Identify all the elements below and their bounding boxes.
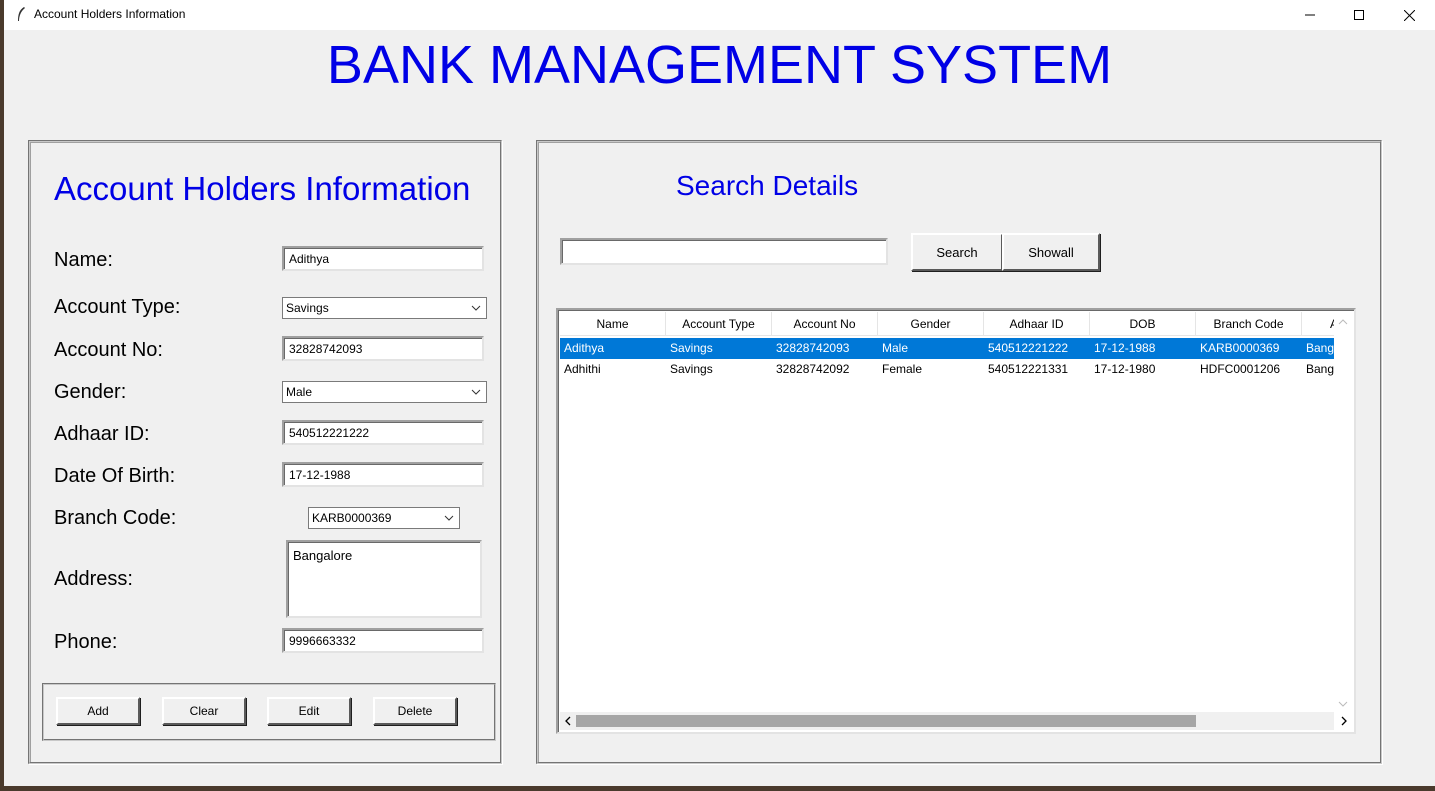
chevron-left-icon[interactable] <box>564 716 572 726</box>
title-bar: Account Holders Information <box>4 0 1435 30</box>
branch-code-select[interactable]: KARB0000369 <box>308 507 460 529</box>
search-section-title: Search Details <box>676 170 859 201</box>
column-header[interactable]: Adhaar ID <box>984 312 1090 336</box>
account-form-panel <box>28 140 502 764</box>
accounts-table[interactable]: Name Account Type Account No Gender Adha… <box>556 308 1356 734</box>
phone-field[interactable]: 9996663332 <box>282 628 484 653</box>
account-no-label: Account No: <box>54 339 163 361</box>
add-button[interactable]: Add <box>56 697 140 725</box>
form-section-title: Account Holders Information <box>54 170 471 207</box>
account-type-select[interactable]: Savings <box>282 297 487 319</box>
close-icon <box>1403 9 1415 21</box>
column-header[interactable]: Branch Code <box>1196 312 1302 336</box>
address-field[interactable]: Bangalore <box>286 540 482 618</box>
branch-code-value: KARB0000369 <box>312 511 392 525</box>
app-window: Account Holders Information BANK MANAGEM… <box>4 0 1435 786</box>
table-cell: 540512221222 <box>988 341 1069 355</box>
edit-button[interactable]: Edit <box>267 697 351 725</box>
table-row[interactable]: Adithya Savings 32828742093 Male 5405122… <box>560 338 1336 359</box>
chevron-up-icon[interactable] <box>1338 318 1348 326</box>
table-cell: Savings <box>670 341 713 355</box>
search-input[interactable] <box>560 238 888 265</box>
dob-field[interactable]: 17-12-1988 <box>282 462 484 487</box>
window-title: Account Holders Information <box>34 7 186 21</box>
table-cell: HDFC0001206 <box>1200 362 1281 376</box>
chevron-down-icon[interactable] <box>1338 700 1348 708</box>
phone-label: Phone: <box>54 631 118 653</box>
minimize-icon <box>1305 14 1315 16</box>
column-header[interactable]: Name <box>560 312 666 336</box>
showall-button[interactable]: Showall <box>1002 233 1100 271</box>
table-cell: 32828742092 <box>776 362 850 376</box>
gender-value: Male <box>286 385 313 399</box>
table-cell: KARB0000369 <box>1200 341 1280 355</box>
dob-label: Date Of Birth: <box>54 465 176 487</box>
chevron-right-icon[interactable] <box>1340 716 1348 726</box>
horizontal-scrollbar[interactable] <box>560 712 1336 730</box>
table-cell: Adithya <box>564 341 605 355</box>
name-label: Name: <box>54 249 113 271</box>
table-cell: 17-12-1988 <box>1094 341 1156 355</box>
table-cell: Adhithi <box>564 362 601 376</box>
chevron-down-icon <box>471 389 481 395</box>
scrollbar-thumb[interactable] <box>576 715 1196 727</box>
column-header[interactable]: DOB <box>1090 312 1196 336</box>
column-header[interactable]: A <box>1302 312 1336 336</box>
maximize-button[interactable] <box>1336 0 1382 30</box>
address-label: Address: <box>54 568 133 590</box>
feather-icon <box>18 7 25 21</box>
table-cell: Banga <box>1306 341 1336 355</box>
delete-button[interactable]: Delete <box>373 697 457 725</box>
app-title: BANK MANAGEMENT SYSTEM <box>326 35 1113 95</box>
table-cell: 32828742093 <box>776 341 850 355</box>
table-cell: Female <box>882 362 923 376</box>
account-no-field[interactable]: 32828742093 <box>282 336 484 361</box>
column-header[interactable]: Account Type <box>666 312 772 336</box>
column-header[interactable]: Account No <box>772 312 878 336</box>
table-cell: 17-12-1980 <box>1094 362 1156 376</box>
branch-code-label: Branch Code: <box>54 507 177 529</box>
minimize-button[interactable] <box>1287 0 1333 30</box>
chevron-down-icon <box>444 515 454 521</box>
scrollbar-corner <box>1334 712 1352 730</box>
gender-label: Gender: <box>54 381 127 403</box>
table-cell: 540512221331 <box>988 362 1069 376</box>
table-cell: Male <box>882 341 909 355</box>
gender-select[interactable]: Male <box>282 381 487 403</box>
name-field[interactable]: Adithya <box>282 246 484 271</box>
clear-button[interactable]: Clear <box>162 697 246 725</box>
vertical-scrollbar[interactable] <box>1334 312 1352 714</box>
search-button[interactable]: Search <box>911 233 1003 271</box>
adhaar-id-field[interactable]: 540512221222 <box>282 420 484 445</box>
table-row[interactable]: Adhithi Savings 32828742092 Female 54051… <box>560 359 1336 380</box>
account-type-label: Account Type: <box>54 296 181 318</box>
chevron-down-icon <box>471 305 481 311</box>
table-cell: Banga <box>1306 362 1336 376</box>
table-cell: Savings <box>670 362 713 376</box>
account-type-value: Savings <box>286 301 329 315</box>
maximize-icon <box>1354 10 1364 20</box>
adhaar-id-label: Adhaar ID: <box>54 423 150 445</box>
table-header: Name Account Type Account No Gender Adha… <box>560 312 1336 336</box>
column-header[interactable]: Gender <box>878 312 984 336</box>
close-button[interactable] <box>1386 0 1432 30</box>
